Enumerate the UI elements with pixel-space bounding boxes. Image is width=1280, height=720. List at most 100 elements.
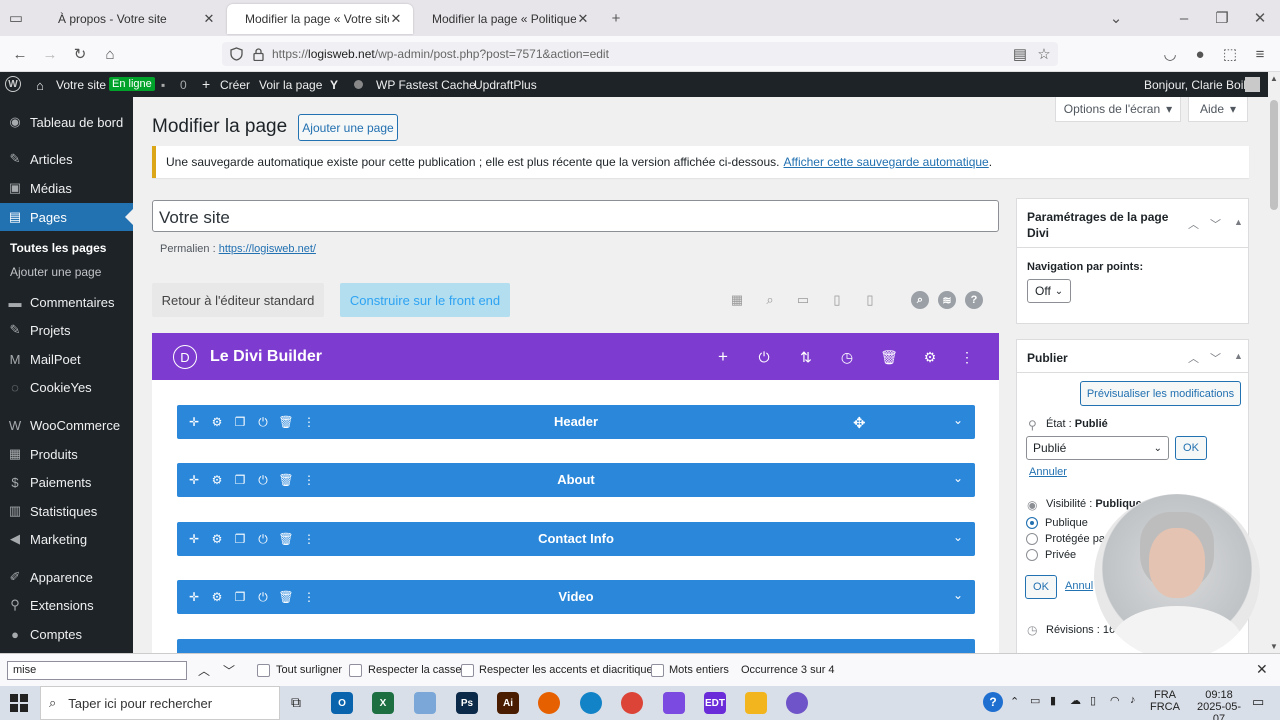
notifications-icon[interactable]: ▭ [1252, 694, 1264, 710]
home-icon[interactable]: ⌂ [100, 44, 120, 64]
more-vertical-icon[interactable]: ⋮ [958, 348, 976, 366]
sidebar-item-media[interactable]: ▣ Médias [0, 174, 133, 202]
highlight-all-checkbox[interactable] [257, 664, 270, 677]
sidebar-item-pages[interactable]: ▤ Pages [0, 203, 133, 231]
help-circle-icon[interactable]: ? [965, 291, 983, 309]
browser-tab-2[interactable]: Modifier la page « Votre site » ‹ ✕ [227, 4, 413, 34]
post-title-input[interactable]: Votre site [152, 200, 999, 232]
tab-list-icon[interactable]: ▭ [6, 8, 26, 28]
reader-view-icon[interactable]: ▤ [1010, 44, 1030, 64]
chevron-down-icon[interactable]: ﹀ [1210, 216, 1221, 232]
wordpress-logo-icon[interactable]: W [5, 76, 21, 92]
zoom-icon[interactable]: ⌕ [762, 292, 778, 308]
extensions-icon[interactable]: ⬚ [1220, 44, 1240, 64]
sidebar-item-appearance[interactable]: ✐ Apparence [0, 563, 133, 591]
house-icon[interactable]: ⌂ [36, 78, 44, 93]
greeting-link[interactable]: Bonjour, Clarie Boily [1144, 78, 1252, 92]
reload-icon[interactable]: ↻ [70, 44, 90, 64]
comments-count[interactable]: 0 [180, 78, 187, 92]
section-video[interactable]: ✛ ⚙ ❐ ⏻ 🗑 ⋮ Video ⌄ [177, 580, 975, 614]
windows-start-icon[interactable] [10, 694, 28, 712]
sidebar-item-accounts[interactable]: ● Comptes [0, 620, 133, 648]
chevron-down-icon[interactable]: ⌄ [953, 588, 963, 602]
find-next-icon[interactable]: ﹀ [223, 662, 235, 679]
chrome-app-icon[interactable] [621, 692, 643, 714]
radio-private[interactable] [1026, 549, 1038, 561]
help-tray-icon[interactable]: ? [983, 692, 1003, 712]
volume-icon[interactable]: ♪ [1130, 694, 1136, 706]
state-ok-button[interactable]: OK [1175, 436, 1207, 460]
section-partial[interactable] [177, 639, 975, 653]
sidebar-item-payments[interactable]: $ Paiements [0, 468, 133, 496]
clock[interactable]: 09:18 2025-05-07 [1196, 689, 1242, 720]
new-tab-icon[interactable]: + [606, 8, 626, 28]
tray-chevron-icon[interactable]: ⌃ [1010, 695, 1019, 708]
account-icon[interactable]: ● [1190, 44, 1210, 64]
firefox-app-icon[interactable] [538, 692, 560, 714]
language-indicator[interactable]: FRA FRCA [1150, 689, 1180, 713]
sidebar-item-dashboard[interactable]: ◉ Tableau de bord [0, 108, 133, 136]
find-previous-icon[interactable]: ︿ [198, 662, 210, 679]
screen-options-button[interactable]: Options de l'écran ▾ [1055, 97, 1181, 122]
restore-icon[interactable]: ❐ [1212, 8, 1232, 28]
tablet-icon[interactable]: ▯ [829, 292, 845, 308]
site-name-link[interactable]: Votre site [56, 78, 106, 92]
sidebar-item-cookieyes[interactable]: ◌ CookieYes [0, 373, 133, 401]
dot-nav-select[interactable]: Off ⌄ [1027, 279, 1071, 303]
power-icon[interactable]: ⏻ [755, 348, 773, 366]
close-tab-icon[interactable]: ✕ [202, 11, 216, 27]
lock-icon[interactable] [248, 44, 268, 64]
wifi-icon[interactable]: ◠ [1110, 694, 1120, 707]
close-find-bar-icon[interactable]: ✕ [1256, 661, 1268, 678]
sidebar-item-comments[interactable]: ▬ Commentaires [0, 288, 133, 316]
sidebar-sub-all-pages[interactable]: Toutes les pages [10, 241, 106, 255]
visibility-ok-button[interactable]: OK [1025, 575, 1057, 599]
add-section-icon[interactable]: + [714, 347, 732, 366]
radio-protected[interactable] [1026, 533, 1038, 545]
illustrator-app-icon[interactable]: Ai [497, 692, 519, 714]
trash-icon[interactable]: 🗑 [880, 348, 898, 366]
state-cancel-link[interactable]: Annuler [1029, 466, 1067, 478]
sidebar-item-articles[interactable]: ✎ Articles [0, 145, 133, 173]
view-autosave-link[interactable]: Afficher cette sauvegarde automatique [783, 155, 988, 169]
tab-overflow-chevron-icon[interactable]: ⌄ [1106, 8, 1126, 28]
chevron-up-icon[interactable]: ︿ [1188, 350, 1199, 366]
add-page-button[interactable]: Ajouter une page [298, 114, 398, 141]
onedrive-icon[interactable]: ☁ [1070, 694, 1081, 707]
scroll-down-icon[interactable]: ▼ [1270, 642, 1278, 651]
browser-tab-3[interactable]: Modifier la page « Politique rela ✕ [414, 4, 600, 34]
sidebar-item-projects[interactable]: ✎ Projets [0, 316, 133, 344]
page-scrollbar-thumb[interactable] [1270, 100, 1278, 210]
edge-app-icon[interactable] [580, 692, 602, 714]
section-contact-info[interactable]: ✛ ⚙ ❐ ⏻ 🗑 ⋮ Contact Info ⌄ [177, 522, 975, 556]
settings-app-icon[interactable] [786, 692, 808, 714]
updraftplus-link[interactable]: UpdraftPlus [474, 78, 537, 92]
help-button[interactable]: Aide ▾ [1188, 97, 1248, 122]
layers-circle-icon[interactable]: ≋ [938, 291, 956, 309]
scroll-up-icon[interactable]: ▲ [1270, 74, 1278, 83]
menu-hamburger-icon[interactable]: ≡ [1250, 44, 1270, 64]
collapse-triangle-icon[interactable]: ▲ [1234, 217, 1243, 227]
taskbar-search[interactable]: ⌕ Taper ici pour rechercher [40, 686, 280, 720]
layout-icon[interactable]: ▦ [729, 292, 745, 308]
explorer-app-icon[interactable] [745, 692, 767, 714]
section-about[interactable]: ✛ ⚙ ❐ ⏻ 🗑 ⋮ About ⌄ [177, 463, 975, 497]
radio-public[interactable] [1026, 517, 1038, 529]
photoshop-app-icon[interactable]: Ps [456, 692, 478, 714]
sidebar-sub-add-page[interactable]: Ajouter une page [10, 265, 101, 279]
shield-icon[interactable] [226, 44, 246, 64]
sidebar-item-products[interactable]: ▦ Produits [0, 440, 133, 468]
collapse-triangle-icon[interactable]: ▲ [1234, 351, 1243, 361]
settings-gear-icon[interactable]: ⚙ [921, 348, 939, 366]
chevron-up-icon[interactable]: ︿ [1188, 216, 1199, 232]
chevron-down-icon[interactable]: ⌄ [953, 530, 963, 544]
excel-app-icon[interactable]: X [372, 692, 394, 714]
close-tab-icon[interactable]: ✕ [389, 11, 403, 27]
minimize-icon[interactable]: – [1174, 8, 1194, 28]
sidebar-item-marketing[interactable]: ◀ Marketing [0, 525, 133, 553]
wp-fastest-cache-link[interactable]: WP Fastest Cache [376, 78, 476, 92]
whole-words-checkbox[interactable] [651, 664, 664, 677]
phone-icon[interactable]: ▯ [862, 292, 878, 308]
back-to-standard-editor-button[interactable]: Retour à l'éditeur standard [152, 283, 324, 317]
sidebar-item-mailpoet[interactable]: M MailPoet [0, 345, 133, 373]
